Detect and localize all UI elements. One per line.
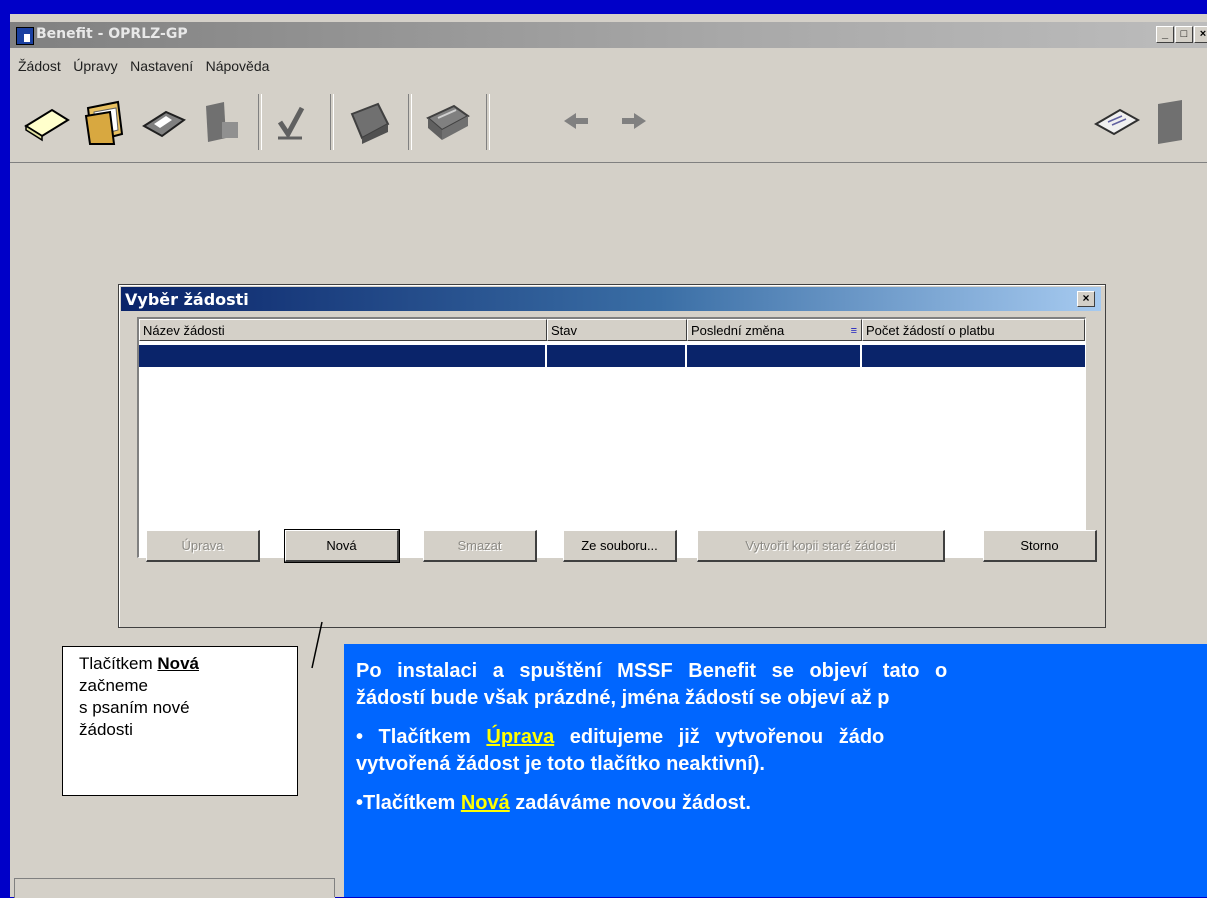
toolbar-separator <box>258 94 262 150</box>
check-icon[interactable] <box>266 94 316 148</box>
column-header-last-change[interactable]: Poslední změna ≡ <box>687 319 862 341</box>
new-button[interactable]: Nová <box>284 529 400 563</box>
app-icon <box>16 27 34 45</box>
info-line: Po instalaci a spuštění MSSF Benefit se … <box>356 660 948 682</box>
info-text: zadáváme novou žádost. <box>509 792 751 814</box>
callout-note: Tlačítkem Nová začneme s psaním nové žád… <box>62 646 298 796</box>
sort-icon: ≡ <box>850 325 857 337</box>
print-icon[interactable] <box>422 94 472 148</box>
table-cell <box>547 345 687 367</box>
select-request-dialog: Vyběr žádosti × Název žádosti Stav Posle… <box>118 284 1106 628</box>
info-line: • Tlačítkem Úprava editujeme již vytvoře… <box>356 724 1207 751</box>
info-text: editujeme již vytvořenou žádo <box>554 726 885 748</box>
table-cell <box>687 345 862 367</box>
menu-upravy[interactable]: Úpravy <box>73 54 117 78</box>
maximize-button[interactable]: □ <box>1175 26 1193 43</box>
callout-line: Tlačítkem Nová <box>79 653 297 675</box>
callout-line: začneme <box>79 676 148 695</box>
menu-bar: Žádost Úpravy Nastavení Nápověda <box>10 54 269 78</box>
menu-napoveda[interactable]: Nápověda <box>206 54 270 78</box>
callout-line: s psaním nové <box>79 698 190 717</box>
callout-highlight: Nová <box>157 654 199 673</box>
dialog-close-button[interactable]: × <box>1077 291 1095 307</box>
menu-zadost[interactable]: Žádost <box>18 54 61 78</box>
table-cell <box>139 345 547 367</box>
info-text: • Tlačítkem <box>356 726 487 748</box>
column-label: Počet žádostí o platbu <box>866 323 995 338</box>
status-bar <box>14 878 335 898</box>
window-title: Benefit - OPRLZ-GP <box>36 26 188 42</box>
column-header-payment-count[interactable]: Počet žádostí o platbu <box>862 319 1085 341</box>
info-paragraph-3: •Tlačítkem Nová zadáváme novou žádost. <box>356 790 1207 817</box>
minimize-button[interactable]: _ <box>1156 26 1174 43</box>
toolbar-separator <box>486 94 490 150</box>
info-line: žádostí bude však prázdné, jména žádostí… <box>356 687 890 709</box>
toolbar-separator <box>408 94 412 150</box>
table-row[interactable] <box>139 345 1085 367</box>
info-line: •Tlačítkem Nová zadáváme novou žádost. <box>356 790 1207 817</box>
cancel-button[interactable]: Storno <box>983 530 1097 562</box>
info-paragraph-2: • Tlačítkem Úprava editujeme již vytvoře… <box>356 724 1207 778</box>
table-cell <box>862 345 1085 367</box>
toolbar <box>10 86 1207 163</box>
callout-line: žádosti <box>79 720 133 739</box>
column-label: Stav <box>551 323 578 338</box>
info-line: vytvořená žádost je toto tlačítko neakti… <box>356 753 765 775</box>
close-window-button[interactable]: × <box>1194 26 1207 43</box>
column-header-name[interactable]: Název žádosti <box>139 319 547 341</box>
open-folder-icon[interactable] <box>80 94 130 148</box>
paper-icon[interactable] <box>1092 94 1142 148</box>
edit-button[interactable]: Úprava <box>146 530 260 562</box>
dialog-title-bar: Vyběr žádosti × <box>121 287 1101 311</box>
back-arrow-icon[interactable] <box>552 94 602 148</box>
callout-text: Tlačítkem <box>79 654 158 673</box>
print-setup-icon[interactable] <box>344 94 394 148</box>
book-icon[interactable] <box>1150 94 1200 148</box>
delete-button[interactable]: Smazat <box>423 530 537 562</box>
dialog-title: Vyběr žádosti <box>125 290 249 309</box>
from-file-button[interactable]: Ze souboru... <box>563 530 677 562</box>
column-header-status[interactable]: Stav <box>547 319 687 341</box>
column-label: Název žádosti <box>143 323 225 338</box>
info-paragraph-1: Po instalaci a spuštění MSSF Benefit se … <box>356 658 1207 712</box>
menu-nastaveni[interactable]: Nastavení <box>130 54 193 78</box>
column-label: Poslední změna <box>691 323 785 338</box>
list-header: Název žádosti Stav Poslední změna ≡ Počet… <box>139 319 1085 343</box>
info-highlight: Úprava <box>486 726 555 748</box>
request-list[interactable]: Název žádosti Stav Poslední změna ≡ Počet… <box>137 317 1086 558</box>
title-bar: Benefit - OPRLZ-GP _ □ × <box>10 22 1207 48</box>
info-box: Po instalaci a spuštění MSSF Benefit se … <box>344 644 1207 897</box>
toolbar-separator <box>330 94 334 150</box>
forward-arrow-icon[interactable] <box>610 94 660 148</box>
new-document-icon[interactable] <box>22 94 72 148</box>
save-icon[interactable] <box>138 94 188 148</box>
info-text: •Tlačítkem <box>356 792 461 814</box>
export-icon[interactable] <box>196 94 246 148</box>
info-highlight: Nová <box>460 792 510 814</box>
copy-old-request-button[interactable]: Vytvořit kopii staré žádosti <box>697 530 945 562</box>
